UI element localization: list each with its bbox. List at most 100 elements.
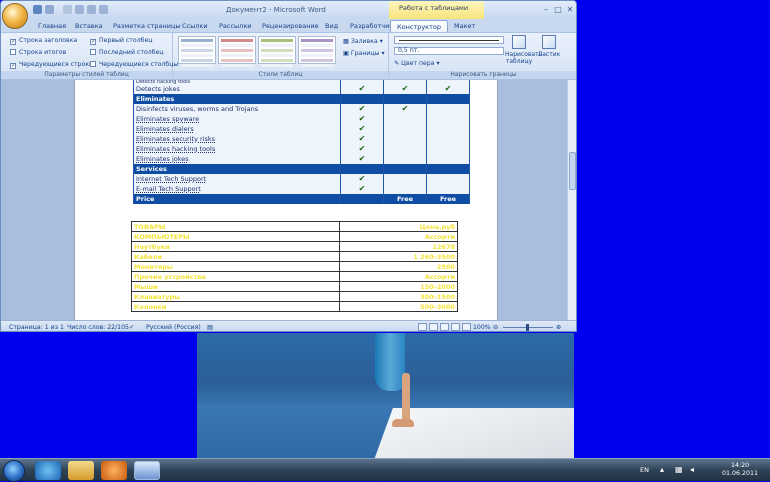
style-stripe (181, 59, 213, 62)
price-cell: 300–1500 (339, 291, 458, 302)
word-taskbar-icon[interactable] (134, 461, 160, 480)
table-row: E-mail Tech Support ✔ (133, 184, 470, 194)
redo-icon[interactable] (63, 5, 72, 14)
feature-label: Detects jokes (133, 84, 341, 94)
input-language-indicator[interactable]: EN (640, 466, 649, 474)
zoom-out-icon[interactable]: ⊖ (493, 324, 498, 331)
comparison-table[interactable]: Detects hacking tools Detects jokes ✔ ✔ ✔ Eli… (133, 80, 470, 204)
checkmark-icon: ✔ (401, 84, 409, 93)
shading-button[interactable]: ▦ Заливка ▾ (343, 38, 383, 45)
zoom-in-icon[interactable]: ⊕ (556, 324, 561, 331)
zoom-level[interactable]: 100% (473, 324, 491, 331)
checkmark-icon: ✔ (358, 124, 366, 133)
web-view-button[interactable] (440, 323, 449, 331)
feature-label: Eliminates spyware (133, 114, 341, 124)
tab-review[interactable]: Рецензирование (262, 20, 319, 32)
outline-view-button[interactable] (451, 323, 460, 331)
tab-home[interactable]: Главная (38, 20, 66, 32)
vertical-scrollbar[interactable] (567, 80, 576, 320)
checkmark-icon: ✔ (358, 104, 366, 113)
zoom-slider-handle[interactable] (526, 324, 529, 331)
minimize-button[interactable]: – (541, 5, 551, 14)
pen-color-button[interactable]: ✎ Цвет пера ▾ (394, 60, 440, 67)
table-tools-context-title: Работа с таблицами (389, 1, 484, 19)
table-row: Мониторы 2900 (131, 261, 458, 272)
clock-date: 01.06.2011 (722, 470, 759, 477)
eraser-button[interactable]: Ластик (535, 35, 563, 58)
table-row: Колонки 500–3000 (131, 301, 458, 312)
table-cell (340, 164, 384, 174)
table-style-thumb-2[interactable] (218, 36, 256, 67)
network-icon[interactable]: ▦ (675, 465, 683, 474)
table-section-header: Eliminates (133, 94, 470, 104)
volume-icon[interactable]: ◂ (690, 465, 694, 474)
tab-references[interactable]: Ссылки (182, 20, 208, 32)
draw-borders-group-label: Нарисовать границы (389, 71, 576, 80)
page-count[interactable]: Страница: 1 из 1 (9, 324, 64, 331)
table-cell: ✔ (383, 84, 427, 94)
quick-access-more-icon[interactable] (99, 5, 108, 14)
taskbar: EN ▴ ▦ ◂ 14:20 01.06.2011 (0, 458, 770, 482)
save-icon[interactable] (33, 5, 42, 14)
tab-layout[interactable]: Макет (454, 20, 475, 32)
checkmark-icon: ✔ (358, 84, 366, 93)
macro-icon[interactable]: ▤ (207, 324, 213, 331)
table-cell: ✔ (340, 124, 384, 134)
document-area: Detects hacking tools Detects jokes ✔ ✔ ✔ Eli… (1, 80, 576, 320)
draft-view-button[interactable] (462, 323, 471, 331)
last-column-checkbox[interactable]: Последний столбец (90, 49, 164, 56)
line-style-select[interactable] (394, 36, 504, 44)
table-cell: ✔ (426, 84, 470, 94)
word-count[interactable]: Число слов: 22/105 (67, 324, 129, 331)
price-table[interactable]: ТОВАРЫ Цена,руб КОМПЬЮТЕРЫ Ассорти Ноутбуки 1… (131, 221, 458, 312)
shading-label: Заливка (350, 38, 378, 45)
undo-icon[interactable] (45, 5, 54, 14)
header-row-checkbox[interactable]: ✓ Строка заголовка (10, 37, 77, 45)
tab-insert[interactable]: Вставка (75, 20, 103, 32)
internet-explorer-icon[interactable] (35, 461, 61, 480)
style-stripe (181, 49, 213, 52)
scrollbar-thumb[interactable] (569, 152, 576, 190)
tab-design[interactable]: Конструктор (390, 20, 448, 32)
price-cell: Free (426, 194, 470, 204)
borders-button[interactable]: ▣ Границы ▾ (343, 50, 385, 57)
full-screen-view-button[interactable] (429, 323, 438, 331)
preview-icon[interactable] (87, 5, 96, 14)
shading-icon: ▦ (343, 38, 351, 45)
tab-page-layout[interactable]: Разметка страницы (113, 20, 181, 32)
tab-view[interactable]: Вид (325, 20, 338, 32)
media-player-icon[interactable] (101, 461, 127, 480)
table-cell (426, 114, 470, 124)
section-header-label: Services (133, 164, 341, 174)
print-layout-view-button[interactable] (418, 323, 427, 331)
table-row: Internet Tech Support ✔ (133, 174, 470, 184)
office-button[interactable] (2, 3, 28, 29)
spellcheck-icon[interactable]: ✓ (129, 324, 134, 331)
banded-columns-checkbox[interactable]: Чередующиеся столбцы (90, 61, 178, 68)
checkbox-checked-icon: ✓ (90, 38, 97, 45)
print-icon[interactable] (75, 5, 84, 14)
table-style-thumb-1[interactable] (178, 36, 216, 67)
first-column-checkbox[interactable]: ✓ Первый столбец (90, 37, 153, 45)
banded-rows-checkbox[interactable]: ✓ Чередующиеся строки (10, 61, 93, 69)
draw-table-button[interactable]: Нарисовать таблицу (505, 35, 542, 65)
close-button[interactable]: ✕ (565, 5, 575, 14)
style-stripe (221, 59, 253, 62)
product-cell: Ноутбуки (131, 241, 340, 252)
tray-arrow-icon[interactable]: ▴ (660, 465, 664, 474)
explorer-folder-icon[interactable] (68, 461, 94, 480)
maximize-button[interactable]: □ (553, 5, 563, 14)
table-cell (426, 174, 470, 184)
tab-mailings[interactable]: Рассылки (219, 20, 252, 32)
table-style-thumb-4[interactable] (298, 36, 336, 67)
checkbox-checked-icon: ✓ (10, 62, 17, 69)
eraser-icon (542, 35, 556, 49)
table-style-thumb-3[interactable] (258, 36, 296, 67)
tab-developer[interactable]: Разработчик (350, 20, 393, 32)
language-indicator[interactable]: Русский (Россия) (146, 324, 201, 331)
clock[interactable]: 14:20 01.06.2011 (722, 462, 758, 478)
line-weight-select[interactable]: 0,5 пт. (394, 47, 504, 55)
total-row-checkbox[interactable]: Строка итогов (10, 49, 66, 56)
start-button[interactable] (3, 460, 25, 482)
style-stripe (261, 54, 293, 57)
